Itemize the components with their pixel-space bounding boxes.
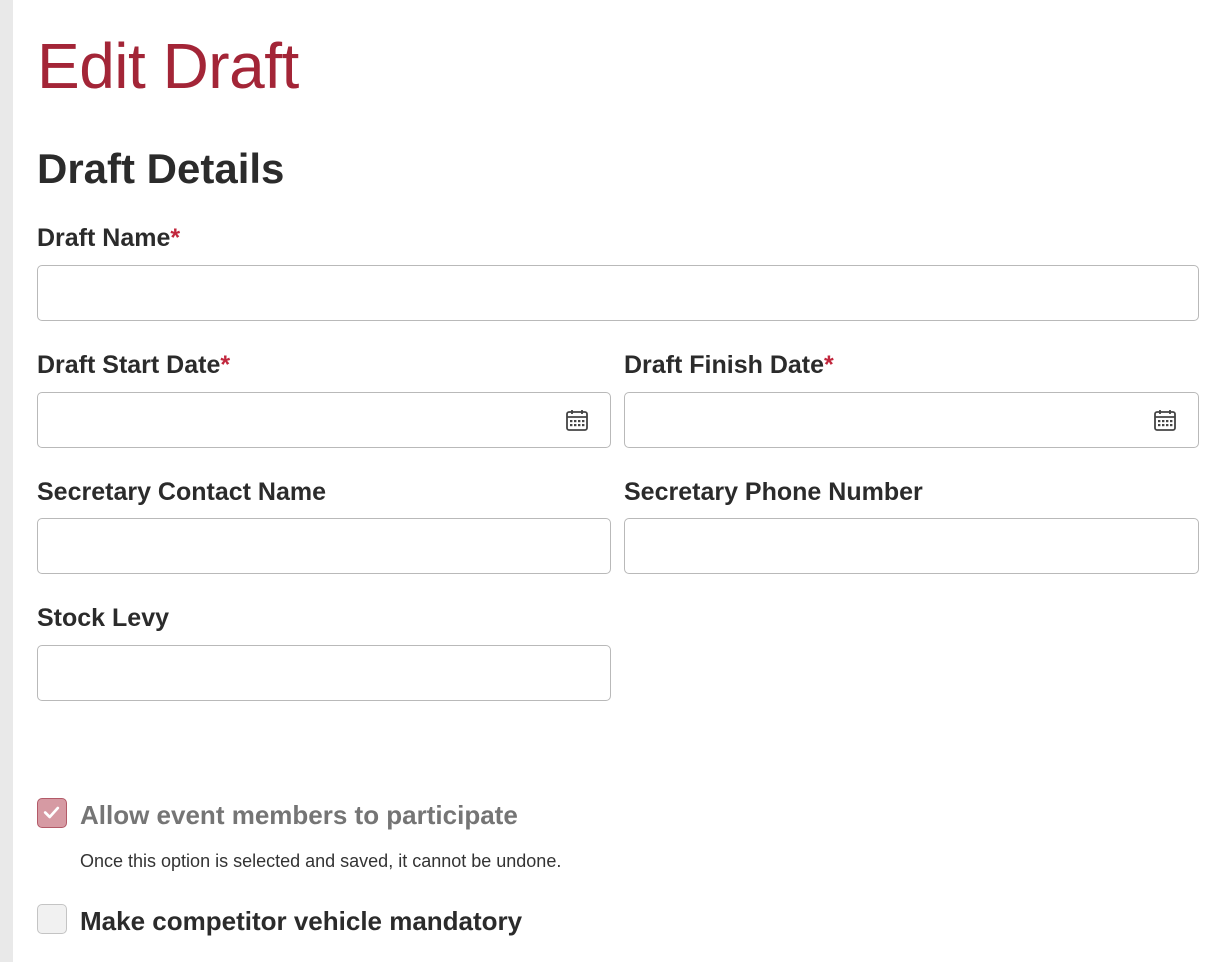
start-date-label-text: Draft Start Date: [37, 351, 221, 379]
start-date-label: Draft Start Date*: [37, 350, 230, 380]
allow-members-label: Allow event members to participate: [80, 800, 518, 830]
stock-levy-input[interactable]: [37, 645, 611, 701]
edit-draft-form: Edit Draft Draft Details Draft Name* Dra…: [37, 0, 1200, 962]
required-mark: *: [220, 351, 231, 379]
draft-name-label-text: Draft Name: [37, 224, 171, 252]
draft-name-label: Draft Name*: [37, 223, 180, 253]
calendar-icon[interactable]: [565, 408, 589, 432]
finish-date-input[interactable]: [624, 392, 1199, 448]
start-date-input[interactable]: [37, 392, 611, 448]
secretary-phone-input[interactable]: [624, 518, 1199, 574]
secretary-name-input[interactable]: [37, 518, 611, 574]
calendar-icon[interactable]: [1153, 408, 1177, 432]
vehicle-mandatory-checkbox[interactable]: [37, 904, 67, 934]
required-mark: *: [170, 224, 181, 252]
section-title: Draft Details: [37, 145, 285, 192]
finish-date-field: [624, 392, 1199, 448]
required-mark: *: [824, 351, 834, 379]
stock-levy-label: Stock Levy: [37, 604, 170, 632]
finish-date-label: Draft Finish Date*: [624, 350, 834, 380]
secretary-name-label: Secretary Contact Name: [37, 478, 327, 506]
start-date-field: [37, 392, 611, 448]
left-rail: [0, 0, 13, 962]
vehicle-mandatory-label: Make competitor vehicle mandatory: [80, 906, 523, 936]
draft-name-input[interactable]: [37, 265, 1199, 321]
page-title: Edit Draft: [37, 30, 299, 102]
allow-members-checkbox[interactable]: [37, 798, 67, 828]
secretary-phone-label: Secretary Phone Number: [624, 478, 923, 506]
finish-date-label-text: Draft Finish Date: [624, 351, 825, 379]
checkmark-icon: [43, 806, 60, 819]
allow-members-helper: Once this option is selected and saved, …: [80, 851, 562, 871]
